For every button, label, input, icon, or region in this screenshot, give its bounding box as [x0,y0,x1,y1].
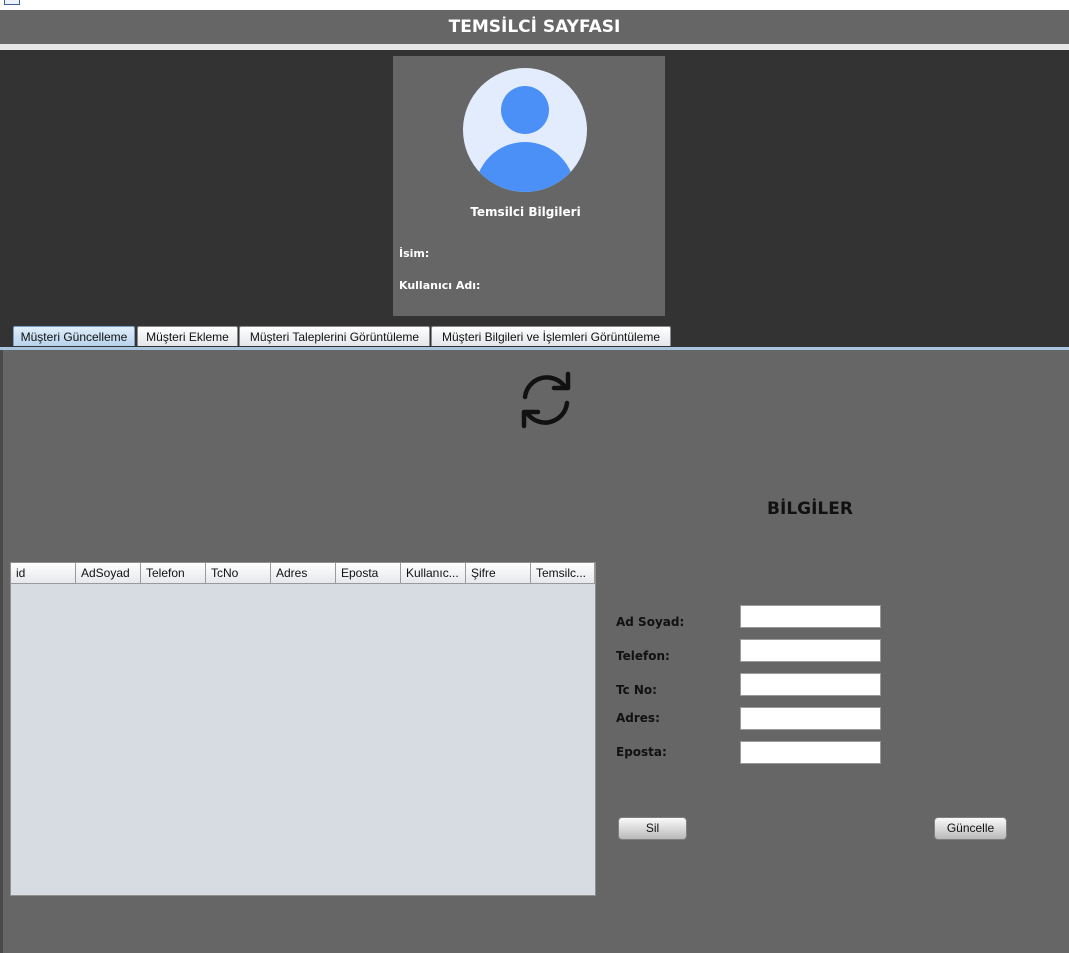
update-button[interactable]: Güncelle [934,817,1007,840]
tab-customer-info-transactions[interactable]: Müşteri Bilgileri ve İşlemleri Görüntüle… [431,326,671,346]
tc-no-label: Tc No: [616,683,657,697]
column-header[interactable]: Temsilc... [531,563,595,584]
email-input[interactable] [740,741,881,764]
tab-customer-add[interactable]: Müşteri Ekleme [137,326,238,346]
column-header[interactable]: Kullanıc... [401,563,466,584]
column-header[interactable]: TcNo [206,563,271,584]
column-header[interactable]: Şifre [466,563,531,584]
name-label: İsim: [399,247,430,260]
page-title: TEMSİLCİ SAYFASI [448,17,621,37]
username-label: Kullanıcı Adı: [399,279,481,292]
phone-label: Telefon: [616,649,670,663]
refresh-icon[interactable] [513,367,579,433]
tab-customer-requests[interactable]: Müşteri Taleplerini Görüntüleme [239,326,430,346]
full-name-label: Ad Soyad: [616,615,685,629]
full-name-input[interactable] [740,605,881,628]
representative-profile-card: Temsilci Bilgileri İsim: Kullanıcı Adı: [393,56,665,316]
column-header[interactable]: Adres [271,563,336,584]
tc-no-input[interactable] [740,673,881,696]
column-header[interactable]: Eposta [336,563,401,584]
column-header[interactable]: Telefon [141,563,206,584]
address-input[interactable] [740,707,881,730]
table-header: id AdSoyad Telefon TcNo Adres Eposta Kul… [11,563,595,585]
profile-title: Temsilci Bilgileri [470,205,581,219]
user-avatar-icon [463,68,587,192]
column-header[interactable]: id [11,563,76,584]
delete-button[interactable]: Sil [618,817,687,840]
customer-table[interactable]: id AdSoyad Telefon TcNo Adres Eposta Kul… [10,562,596,896]
tab-customer-update[interactable]: Müşteri Güncelleme [13,326,135,346]
column-header[interactable]: AdSoyad [76,563,141,584]
section-title: BİLGİLER [767,499,853,519]
address-label: Adres: [616,711,660,725]
phone-input[interactable] [740,639,881,662]
window-corner [4,0,20,5]
page-header: TEMSİLCİ SAYFASI [0,10,1069,44]
email-label: Eposta: [616,745,667,759]
